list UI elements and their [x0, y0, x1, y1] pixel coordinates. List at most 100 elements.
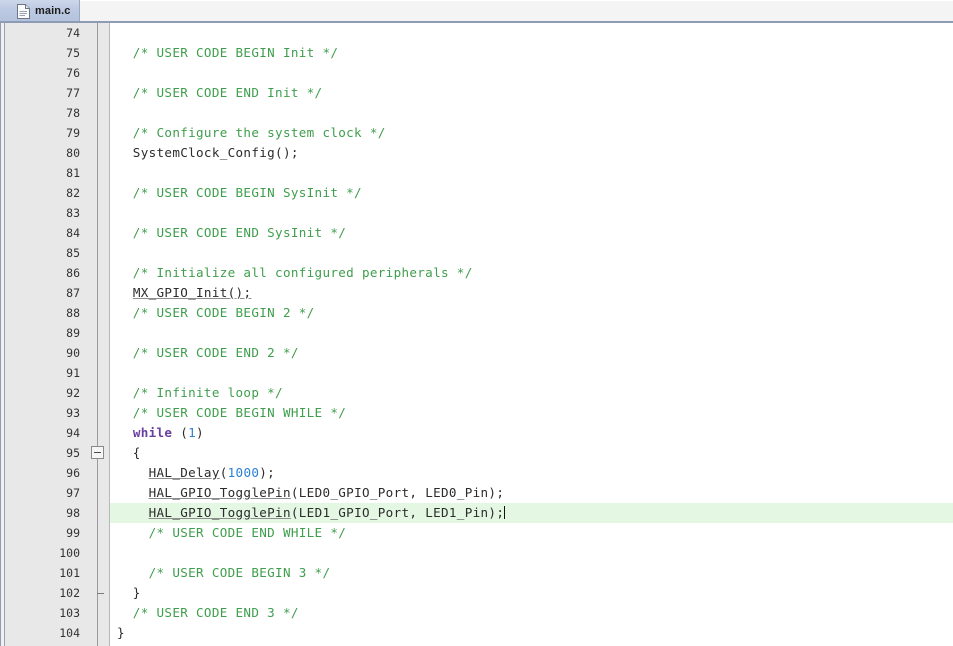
code-line[interactable]: /* USER CODE BEGIN WHILE */ [110, 403, 953, 423]
fold-cell [87, 363, 109, 383]
code-line[interactable]: } [110, 583, 953, 603]
fold-cell [87, 103, 109, 123]
code-token: SystemClock_Config(); [117, 145, 299, 160]
code-line[interactable]: /* USER CODE BEGIN SysInit */ [110, 183, 953, 203]
line-number: 91 [66, 366, 80, 380]
code-token: while [132, 425, 173, 440]
code-token: /* USER CODE END Init */ [117, 85, 323, 100]
code-line[interactable]: /* USER CODE END WHILE */ [110, 523, 953, 543]
code-line[interactable]: /* USER CODE BEGIN 3 */ [110, 563, 953, 583]
code-line[interactable]: HAL_GPIO_TogglePin(LED0_GPIO_Port, LED0_… [110, 483, 953, 503]
fold-cell [87, 63, 109, 83]
code-line[interactable]: /* USER CODE END SysInit */ [110, 223, 953, 243]
fold-cell [87, 463, 109, 483]
code-token: /* Configure the system clock */ [117, 125, 386, 140]
code-line[interactable]: /* USER CODE END Init */ [110, 83, 953, 103]
line-number: 94 [66, 426, 80, 440]
line-number: 76 [66, 66, 80, 80]
line-number: 101 [59, 566, 80, 580]
line-number: 102 [59, 586, 80, 600]
line-number: 88 [66, 306, 80, 320]
code-line-current[interactable]: HAL_GPIO_TogglePin(LED1_GPIO_Port, LED1_… [110, 503, 953, 523]
code-line[interactable]: /* USER CODE BEGIN 2 */ [110, 303, 953, 323]
line-number: 92 [66, 386, 80, 400]
code-folding-gutter[interactable] [87, 23, 110, 646]
code-token: ); [259, 465, 276, 480]
code-line[interactable] [110, 363, 953, 383]
line-number: 75 [66, 46, 80, 60]
fold-cell [87, 203, 109, 223]
fold-cell [87, 343, 109, 363]
code-token: ) [196, 425, 204, 440]
code-token: { [117, 445, 141, 460]
fold-cell [87, 383, 109, 403]
line-number: 98 [66, 506, 80, 520]
code-line[interactable] [110, 63, 953, 83]
code-line[interactable]: /* Infinite loop */ [110, 383, 953, 403]
tab-label: main.c [35, 5, 71, 17]
text-caret [504, 506, 506, 519]
code-token: } [117, 585, 141, 600]
line-number: 84 [66, 226, 80, 240]
code-line[interactable]: while (1) [110, 423, 953, 443]
code-line[interactable] [110, 203, 953, 223]
line-number: 77 [66, 86, 80, 100]
code-line[interactable] [110, 23, 953, 43]
code-token: /* USER CODE BEGIN SysInit */ [117, 185, 362, 200]
code-line[interactable]: /* Configure the system clock */ [110, 123, 953, 143]
code-line[interactable] [110, 163, 953, 183]
fold-cell [87, 223, 109, 243]
code-line[interactable]: MX_GPIO_Init(); [110, 283, 953, 303]
line-number: 93 [66, 406, 80, 420]
fold-cell [87, 123, 109, 143]
fold-cell [87, 563, 109, 583]
code-line[interactable]: SystemClock_Config(); [110, 143, 953, 163]
code-line[interactable]: /* Initialize all configured peripherals… [110, 263, 953, 283]
line-number: 78 [66, 106, 80, 120]
line-number: 82 [66, 186, 80, 200]
line-number: 95 [66, 446, 80, 460]
code-token: MX_GPIO_Init(); [132, 285, 252, 300]
fold-cell [87, 523, 109, 543]
code-line[interactable] [110, 103, 953, 123]
line-number: 80 [66, 146, 80, 160]
fold-cell [87, 143, 109, 163]
code-line[interactable]: /* USER CODE END 2 */ [110, 343, 953, 363]
code-line[interactable] [110, 243, 953, 263]
code-token: ( [219, 465, 228, 480]
tab-bar-empty-area [80, 0, 953, 22]
fold-cell [87, 483, 109, 503]
code-line[interactable]: { [110, 443, 953, 463]
fold-collapse-icon[interactable] [91, 446, 104, 459]
fold-cell [87, 323, 109, 343]
c-source-file-icon [17, 3, 30, 19]
fold-cell [87, 183, 109, 203]
fold-cell [87, 503, 109, 523]
code-line[interactable] [110, 543, 953, 563]
code-token: /* USER CODE END SysInit */ [117, 225, 347, 240]
fold-cell [87, 163, 109, 183]
code-token: 1 [188, 425, 197, 440]
line-number: 104 [59, 626, 80, 640]
code-text-area[interactable]: /* USER CODE BEGIN Init */ /* USER CODE … [110, 23, 953, 646]
code-line[interactable] [110, 323, 953, 343]
code-token: HAL_GPIO_TogglePin [148, 505, 291, 520]
fold-end-marker [97, 593, 104, 594]
code-line[interactable]: /* USER CODE END 3 */ [110, 603, 953, 623]
fold-cell [87, 543, 109, 563]
line-number: 103 [59, 606, 80, 620]
line-number: 85 [66, 246, 80, 260]
code-token: } [117, 625, 125, 640]
code-token: ( [172, 425, 189, 440]
code-editor[interactable]: 74 75 76 77 78 79 80 81 82 83 84 85 86 87 88 89 90 91 92 93… [0, 23, 953, 646]
code-token: /* USER CODE BEGIN Init */ [117, 45, 339, 60]
code-line[interactable]: /* USER CODE BEGIN Init */ [110, 43, 953, 63]
code-line[interactable]: HAL_Delay(1000); [110, 463, 953, 483]
line-number: 86 [66, 266, 80, 280]
code-line[interactable]: } [110, 623, 953, 643]
tab-main-c[interactable]: main.c [0, 0, 81, 22]
fold-cell [87, 283, 109, 303]
